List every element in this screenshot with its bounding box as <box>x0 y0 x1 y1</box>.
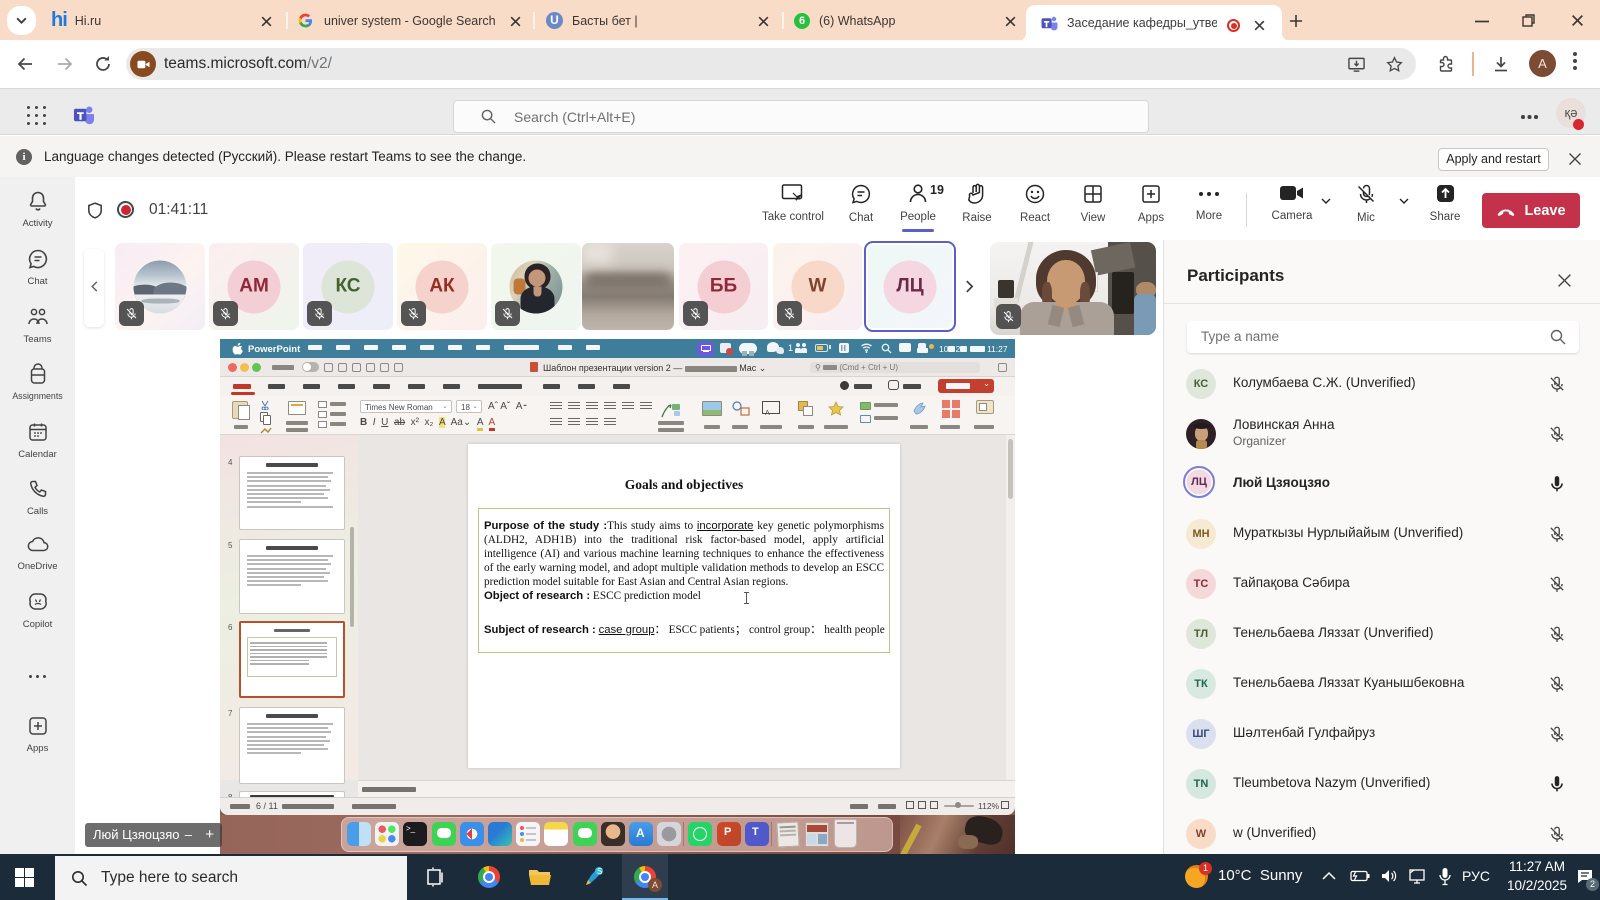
svg-text:S: S <box>597 867 602 876</box>
